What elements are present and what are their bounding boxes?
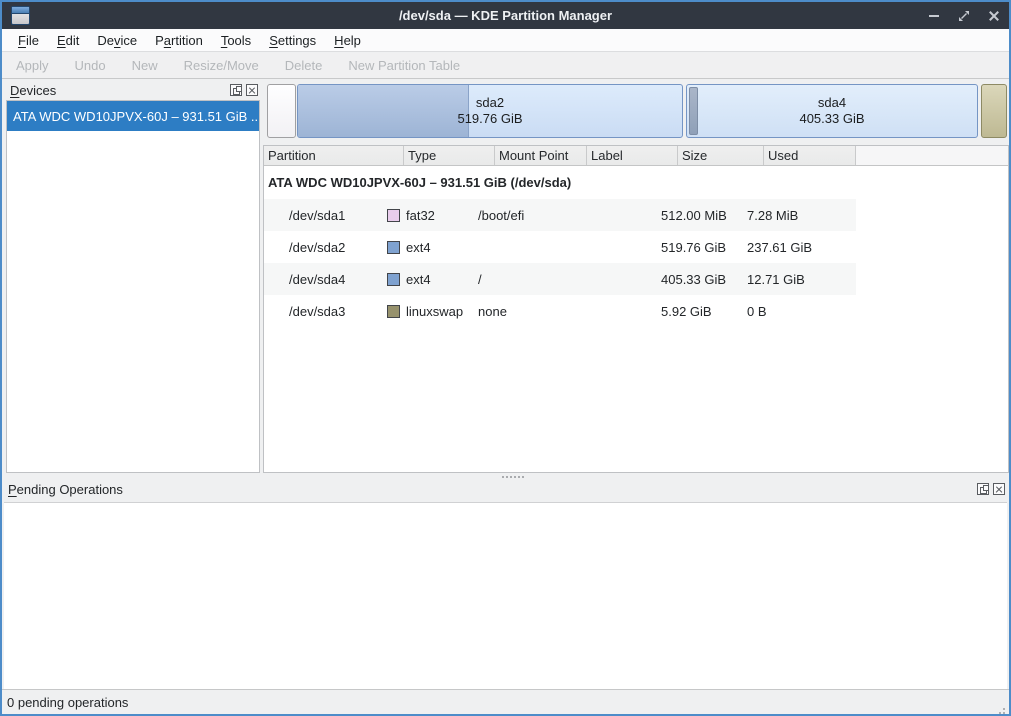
apply-button[interactable]: Apply xyxy=(16,58,49,73)
menu-device[interactable]: Device xyxy=(89,31,145,50)
status-text: 0 pending operations xyxy=(7,695,128,710)
cell-used: 7.28 MiB xyxy=(743,208,835,223)
sda4-used-fill xyxy=(689,87,698,135)
ext4-swatch xyxy=(387,241,400,254)
cell-partition: /dev/sda4 xyxy=(264,272,383,287)
pending-operations-list[interactable] xyxy=(4,502,1007,689)
cell-size: 5.92 GiB xyxy=(657,304,743,319)
cell-size: 512.00 MiB xyxy=(657,208,743,223)
toolbar: Apply Undo New Resize/Move Delete New Pa… xyxy=(2,53,1009,79)
linuxswap-swatch xyxy=(387,305,400,318)
devices-dock-title: Devices xyxy=(10,83,56,98)
device-item-sda[interactable]: ATA WDC WD10JPVX-60J – 931.51 GiB ... xyxy=(7,101,259,131)
menubar: File Edit Device Partition Tools Setting… xyxy=(2,29,1009,52)
sda2-size-label: 519.76 GiB xyxy=(457,111,522,127)
pending-operations-title: Pending Operations xyxy=(8,482,123,497)
cell-type: fat32 xyxy=(383,208,474,223)
sda4-name-label: sda4 xyxy=(818,95,846,111)
new-button[interactable]: New xyxy=(132,58,158,73)
pending-close-icon[interactable] xyxy=(993,483,1005,495)
table-row-sda1[interactable]: /dev/sda1 fat32 /boot/efi 512.00 MiB 7.2… xyxy=(264,199,856,231)
app-icon xyxy=(11,6,30,25)
partition-block-sda2[interactable]: sda2 519.76 GiB xyxy=(297,84,683,138)
partition-bar: sda2 519.76 GiB sda4 405.33 GiB xyxy=(263,79,1009,143)
delete-button[interactable]: Delete xyxy=(285,58,323,73)
cell-partition: /dev/sda2 xyxy=(264,240,383,255)
splitter-handle-icon xyxy=(506,476,508,478)
sda4-size-label: 405.33 GiB xyxy=(799,111,864,127)
sda2-name-label: sda2 xyxy=(476,95,504,111)
partition-block-sda1[interactable] xyxy=(267,84,296,138)
cell-size: 405.33 GiB xyxy=(657,272,743,287)
devices-close-icon[interactable] xyxy=(246,84,258,96)
cell-type: ext4 xyxy=(383,272,474,287)
column-header-type[interactable]: Type xyxy=(404,146,495,165)
cell-size: 519.76 GiB xyxy=(657,240,743,255)
cell-mount-point: /boot/efi xyxy=(474,208,566,223)
table-row-sda4[interactable]: /dev/sda4 ext4 / 405.33 GiB 12.71 GiB xyxy=(264,263,856,295)
menu-file[interactable]: File xyxy=(10,31,47,50)
cell-type: ext4 xyxy=(383,240,474,255)
column-header-size[interactable]: Size xyxy=(678,146,764,165)
pending-operations-header: Pending Operations xyxy=(4,481,1007,500)
partition-block-sda3[interactable] xyxy=(981,84,1007,138)
devices-float-icon[interactable] xyxy=(230,84,242,96)
menu-help[interactable]: Help xyxy=(326,31,369,50)
statusbar: 0 pending operations xyxy=(2,689,1009,714)
table-row-sda2[interactable]: /dev/sda2 ext4 519.76 GiB 237.61 GiB xyxy=(264,231,856,263)
devices-list: ATA WDC WD10JPVX-60J – 931.51 GiB ... xyxy=(6,100,260,473)
ext4-swatch xyxy=(387,273,400,286)
devices-dock-header: Devices xyxy=(6,82,260,100)
partition-table: Partition Type Mount Point Label Size Us… xyxy=(263,145,1009,473)
menu-tools[interactable]: Tools xyxy=(213,31,259,50)
partition-block-sda4[interactable]: sda4 405.33 GiB xyxy=(686,84,978,138)
window-title: /dev/sda — KDE Partition Manager xyxy=(122,2,889,29)
table-header: Partition Type Mount Point Label Size Us… xyxy=(264,146,1008,166)
undo-button[interactable]: Undo xyxy=(75,58,106,73)
cell-used: 237.61 GiB xyxy=(743,240,835,255)
column-header-used[interactable]: Used xyxy=(764,146,856,165)
sda2-used-fill xyxy=(298,85,469,137)
menu-edit[interactable]: Edit xyxy=(49,31,87,50)
titlebar[interactable]: /dev/sda — KDE Partition Manager xyxy=(2,2,1009,29)
size-grip[interactable] xyxy=(993,698,1009,714)
resize-move-button[interactable]: Resize/Move xyxy=(184,58,259,73)
minimize-icon[interactable] xyxy=(927,9,941,23)
table-row-sda3[interactable]: /dev/sda3 linuxswap none 5.92 GiB 0 B xyxy=(264,295,856,327)
column-header-mount-point[interactable]: Mount Point xyxy=(495,146,587,165)
horizontal-splitter[interactable] xyxy=(2,473,1009,481)
menu-partition[interactable]: Partition xyxy=(147,31,211,50)
column-header-partition[interactable]: Partition xyxy=(264,146,404,165)
new-partition-table-button[interactable]: New Partition Table xyxy=(348,58,460,73)
cell-mount-point: / xyxy=(474,272,566,287)
cell-partition: /dev/sda3 xyxy=(264,304,383,319)
cell-used: 12.71 GiB xyxy=(743,272,835,287)
cell-type: linuxswap xyxy=(383,304,474,319)
restore-icon[interactable] xyxy=(957,9,971,23)
column-header-label[interactable]: Label xyxy=(587,146,678,165)
cell-partition: /dev/sda1 xyxy=(264,208,383,223)
table-body: ATA WDC WD10JPVX-60J – 931.51 GiB (/dev/… xyxy=(264,166,1008,472)
cell-used: 0 B xyxy=(743,304,835,319)
pending-float-icon[interactable] xyxy=(977,483,989,495)
close-icon[interactable] xyxy=(987,9,1001,23)
column-header-filler xyxy=(856,146,1008,165)
cell-mount-point: none xyxy=(474,304,566,319)
fat32-swatch xyxy=(387,209,400,222)
menu-settings[interactable]: Settings xyxy=(261,31,324,50)
device-group-row[interactable]: ATA WDC WD10JPVX-60J – 931.51 GiB (/dev/… xyxy=(264,166,1008,199)
kde-partition-manager-window: /dev/sda — KDE Partition Manager File Ed… xyxy=(0,0,1011,716)
